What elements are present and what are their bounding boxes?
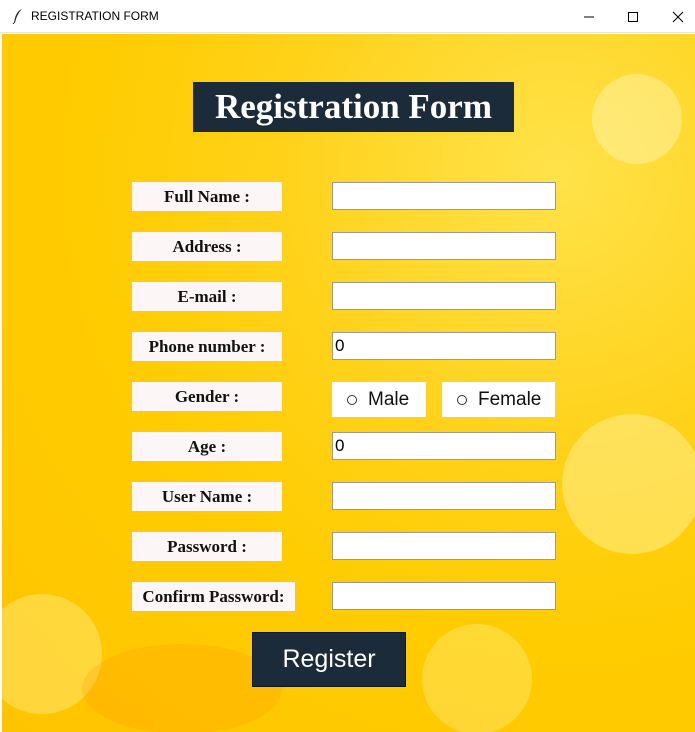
confirm-password-input[interactable] bbox=[332, 582, 556, 610]
label-confirm-password: Confirm Password: bbox=[132, 582, 295, 611]
label-username: User Name : bbox=[132, 482, 282, 511]
label-password: Password : bbox=[132, 532, 282, 561]
gender-female-label: Female bbox=[478, 388, 542, 410]
form-heading: Registration Form bbox=[193, 82, 514, 132]
full-name-input[interactable] bbox=[332, 182, 556, 210]
background-bokeh bbox=[592, 74, 682, 164]
register-button[interactable]: Register bbox=[252, 632, 406, 687]
age-input[interactable] bbox=[332, 432, 556, 460]
label-gender: Gender : bbox=[132, 382, 282, 411]
feather-icon bbox=[12, 9, 22, 24]
background-bokeh bbox=[422, 624, 532, 732]
label-phone: Phone number : bbox=[132, 332, 282, 361]
title-bar: REGISTRATION FORM bbox=[0, 0, 695, 33]
form-window-body: Registration Form Full Name : Address : … bbox=[2, 34, 695, 732]
window-title: REGISTRATION FORM bbox=[31, 9, 159, 23]
phone-input[interactable] bbox=[332, 332, 556, 360]
minimize-button[interactable] bbox=[566, 0, 612, 33]
gender-male-radio[interactable]: Male bbox=[332, 382, 426, 417]
maximize-button[interactable] bbox=[610, 0, 656, 33]
email-input[interactable] bbox=[332, 282, 556, 310]
password-input[interactable] bbox=[332, 532, 556, 560]
radio-circle-icon bbox=[457, 394, 467, 405]
label-email: E-mail : bbox=[132, 282, 282, 311]
maximize-icon bbox=[628, 11, 638, 22]
radio-circle-icon bbox=[347, 394, 357, 405]
gender-male-label: Male bbox=[368, 388, 410, 410]
address-input[interactable] bbox=[332, 232, 556, 260]
username-input[interactable] bbox=[332, 482, 556, 510]
background-bokeh bbox=[2, 594, 102, 714]
close-button[interactable] bbox=[655, 0, 695, 33]
label-address: Address : bbox=[132, 232, 282, 261]
close-icon bbox=[672, 11, 684, 22]
label-full-name: Full Name : bbox=[132, 182, 282, 211]
gender-female-radio[interactable]: Female bbox=[442, 382, 555, 417]
label-age: Age : bbox=[132, 432, 282, 461]
minimize-icon bbox=[584, 16, 594, 17]
background-bokeh bbox=[562, 414, 695, 554]
